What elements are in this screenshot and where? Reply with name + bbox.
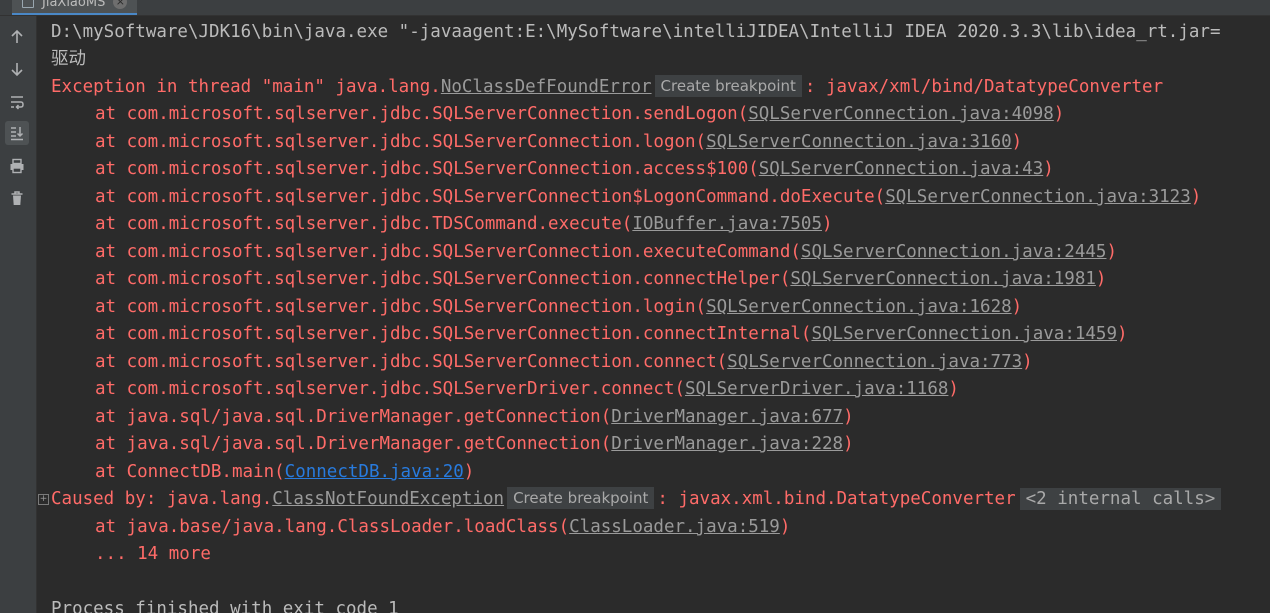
stack-frame-source-link[interactable]: SQLServerConnection.java:43 [759,159,1043,179]
stack-frame-source-link[interactable]: SQLServerDriver.java:1168 [685,379,948,399]
stack-frame-source-link[interactable]: SQLServerConnection.java:3160 [706,132,1012,152]
program-output-line: 驱动 [51,49,86,69]
main-stack-frame: at ConnectDB.main(ConnectDB.java:20) [95,462,475,482]
stack-frame: at com.microsoft.sqlserver.jdbc.SQLServe… [95,159,1054,179]
stack-frame-source-link[interactable]: DriverManager.java:228 [611,434,843,454]
close-icon[interactable]: × [113,0,128,9]
stack-frame: at com.microsoft.sqlserver.jdbc.SQLServe… [95,324,1128,344]
stack-frame: at com.microsoft.sqlserver.jdbc.TDSComma… [95,214,833,234]
stack-frame-source-link[interactable]: DriverManager.java:677 [611,407,843,427]
stack-frame-source-link[interactable]: SQLServerConnection.java:3123 [885,187,1191,207]
run-config-icon [22,0,34,8]
expand-icon[interactable]: + [38,494,49,505]
console-toolbar [0,16,37,613]
tool-window-tab-bar: JiaXiaoMS × [0,0,1270,16]
stack-frame-source-link[interactable]: SQLServerConnection.java:1459 [811,324,1117,344]
stack-frame: at com.microsoft.sqlserver.jdbc.SQLServe… [95,379,959,399]
cause-class-link[interactable]: ClassNotFoundException [272,489,504,509]
stack-frame-source-link[interactable]: SQLServerConnection.java:773 [727,352,1022,372]
stack-frame: at java.sql/java.sql.DriverManager.getCo… [95,434,854,454]
stack-frame-source-link[interactable]: SQLServerConnection.java:2445 [801,242,1107,262]
trash-icon[interactable] [5,186,29,210]
more-frames-line: ... 14 more [95,544,211,564]
stack-frame-source-link[interactable]: ClassLoader.java:519 [569,517,780,537]
stack-frame: at com.microsoft.sqlserver.jdbc.SQLServe… [95,352,1033,372]
scroll-to-end-icon[interactable] [5,121,29,145]
stack-frame: at com.microsoft.sqlserver.jdbc.SQLServe… [95,104,1065,124]
console-output[interactable]: D:\mySoftware\JDK16\bin\java.exe "-javaa… [37,16,1270,613]
soft-wrap-icon[interactable] [5,90,29,114]
stack-frame: at com.microsoft.sqlserver.jdbc.SQLServe… [95,187,1202,207]
exit-message: Process finished with exit code 1 [51,599,399,613]
caused-by-line: Caused by: java.lang.ClassNotFoundExcept… [51,486,1222,513]
stack-frame: at com.microsoft.sqlserver.jdbc.SQLServe… [95,132,1023,152]
internal-calls-fold[interactable]: <2 internal calls> [1019,488,1222,510]
stack-frame-source-link[interactable]: SQLServerConnection.java:4098 [748,104,1054,124]
cause-stack-frame: at java.base/java.lang.ClassLoader.loadC… [95,517,791,537]
print-icon[interactable] [5,154,29,178]
exception-class-link[interactable]: NoClassDefFoundError [441,77,652,97]
arrow-down-icon[interactable] [5,57,29,81]
run-tab-title: JiaXiaoMS [42,0,106,10]
stack-frame: at com.microsoft.sqlserver.jdbc.SQLServe… [95,297,1023,317]
create-breakpoint-button[interactable]: Create breakpoint [654,75,802,97]
run-tab[interactable]: JiaXiaoMS × [12,0,138,15]
stack-frame: at com.microsoft.sqlserver.jdbc.SQLServe… [95,242,1117,262]
stack-frame: at java.sql/java.sql.DriverManager.getCo… [95,407,854,427]
arrow-up-icon[interactable] [5,25,29,49]
user-source-link[interactable]: ConnectDB.java:20 [285,462,464,482]
stack-frame: at com.microsoft.sqlserver.jdbc.SQLServe… [95,269,1107,289]
command-line: D:\mySoftware\JDK16\bin\java.exe "-javaa… [51,22,1221,42]
exception-line: Exception in thread "main" java.lang.NoC… [51,75,1164,97]
stack-frame-source-link[interactable]: IOBuffer.java:7505 [632,214,822,234]
stack-frame-source-link[interactable]: SQLServerConnection.java:1981 [790,269,1096,289]
stack-frame-source-link[interactable]: SQLServerConnection.java:1628 [706,297,1012,317]
create-breakpoint-button[interactable]: Create breakpoint [507,487,655,509]
